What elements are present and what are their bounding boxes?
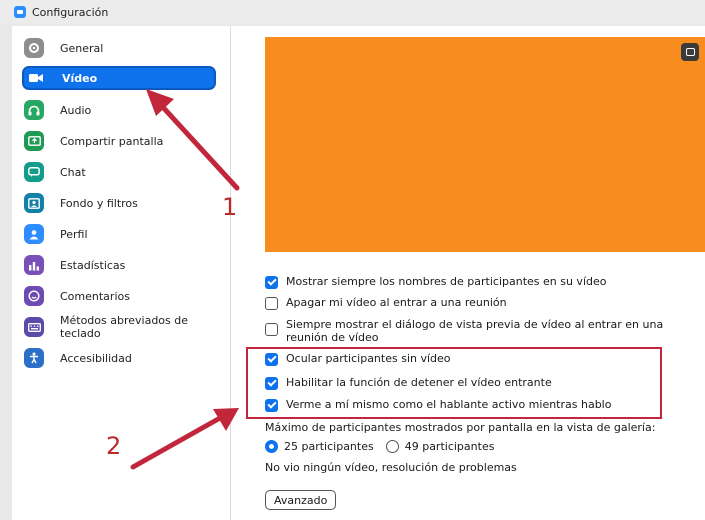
option-label: Habilitar la función de detener el vídeo… <box>286 376 552 389</box>
sidebar-item-video[interactable]: Vídeo <box>22 66 216 90</box>
radio-group-gallery: 25 participantes 49 participantes <box>265 440 494 453</box>
option-label: Apagar mi vídeo al entrar a una reunión <box>286 296 507 309</box>
sidebar-item-audio[interactable]: Audio <box>22 98 216 122</box>
radio-label: 25 participantes <box>284 440 374 453</box>
sidebar-item-profile[interactable]: Perfil <box>22 222 216 246</box>
sidebar-item-keyboard-shortcuts[interactable]: Métodos abreviados de teclado <box>22 310 216 344</box>
option-see-myself-active-speaker[interactable]: Verme a mí mismo como el hablante activo… <box>265 398 611 412</box>
profile-icon <box>24 224 44 244</box>
video-camera-icon <box>26 68 46 88</box>
sidebar: General Vídeo Audio Compartir pantalla C <box>12 26 230 520</box>
chat-bubble-icon <box>24 162 44 182</box>
sidebar-item-background-filters[interactable]: Fondo y filtros <box>22 191 216 215</box>
sidebar-item-label: Comentarios <box>60 289 130 303</box>
sidebar-item-label: General <box>60 41 104 55</box>
checkbox-unchecked[interactable] <box>265 323 278 336</box>
statistics-icon <box>24 255 44 275</box>
radio-49-participants[interactable] <box>385 440 399 453</box>
rotate-icon <box>685 48 695 56</box>
option-label: Mostrar siempre los nombres de participa… <box>286 275 607 288</box>
sidebar-item-feedback[interactable]: Comentarios <box>22 284 216 308</box>
accessibility-icon <box>24 348 44 368</box>
sidebar-item-share-screen[interactable]: Compartir pantalla <box>22 129 216 153</box>
sidebar-item-label: Estadísticas <box>60 258 126 272</box>
zoom-app-icon <box>14 6 26 18</box>
feedback-smiley-icon <box>24 286 44 306</box>
sidebar-item-label: Audio <box>60 103 92 117</box>
option-turn-off-video-on-join[interactable]: Apagar mi vídeo al entrar a una reunión <box>265 296 507 310</box>
background-filter-icon <box>24 193 44 213</box>
option-show-video-preview[interactable]: Siempre mostrar el diálogo de vista prev… <box>265 318 705 344</box>
option-always-show-names[interactable]: Mostrar siempre los nombres de participa… <box>265 275 606 289</box>
checkbox-checked[interactable] <box>265 377 278 390</box>
sidebar-item-label: Vídeo <box>62 71 98 85</box>
sidebar-item-general[interactable]: General <box>22 36 216 60</box>
radio-25-participants[interactable] <box>265 440 278 453</box>
sidebar-item-label: Chat <box>60 165 86 179</box>
share-screen-icon <box>24 131 44 151</box>
sidebar-item-statistics[interactable]: Estadísticas <box>22 253 216 277</box>
sidebar-item-label: Accesibilidad <box>60 351 132 365</box>
rotate-camera-button[interactable] <box>681 43 699 61</box>
gear-icon <box>24 38 44 58</box>
headphones-icon <box>24 100 44 120</box>
checkbox-unchecked[interactable] <box>265 297 278 310</box>
option-stop-incoming-video[interactable]: Habilitar la función de detener el vídeo… <box>265 376 552 390</box>
sidebar-item-label: Fondo y filtros <box>60 196 138 210</box>
option-label: Ocular participantes sin vídeo <box>286 352 451 365</box>
troubleshoot-link[interactable]: No vio ningún vídeo, resolución de probl… <box>265 461 517 474</box>
sidebar-item-accessibility[interactable]: Accesibilidad <box>22 346 216 370</box>
advanced-button[interactable]: Avanzado <box>265 490 337 510</box>
settings-window: General Vídeo Audio Compartir pantalla C <box>12 26 705 520</box>
checkbox-checked[interactable] <box>265 399 278 412</box>
video-settings-panel: Mostrar siempre los nombres de participa… <box>231 26 705 520</box>
option-label: Siempre mostrar el diálogo de vista prev… <box>286 318 664 344</box>
sidebar-item-label: Métodos abreviados de teclado <box>60 314 189 340</box>
option-label: Verme a mí mismo como el hablante activo… <box>286 398 612 411</box>
sidebar-item-label: Perfil <box>60 227 88 241</box>
gallery-max-label: Máximo de participantes mostrados por pa… <box>265 421 656 434</box>
keyboard-icon <box>24 317 44 337</box>
window-title: Configuración <box>32 5 109 19</box>
sidebar-item-chat[interactable]: Chat <box>22 160 216 184</box>
checkbox-checked[interactable] <box>265 353 278 366</box>
checkbox-checked[interactable] <box>265 276 278 289</box>
video-preview <box>265 37 705 252</box>
option-hide-non-video-participants[interactable]: Ocular participantes sin vídeo <box>265 352 451 366</box>
window-titlebar: Configuración <box>0 0 705 24</box>
radio-label: 49 participantes <box>404 440 495 453</box>
sidebar-item-label: Compartir pantalla <box>60 134 164 148</box>
